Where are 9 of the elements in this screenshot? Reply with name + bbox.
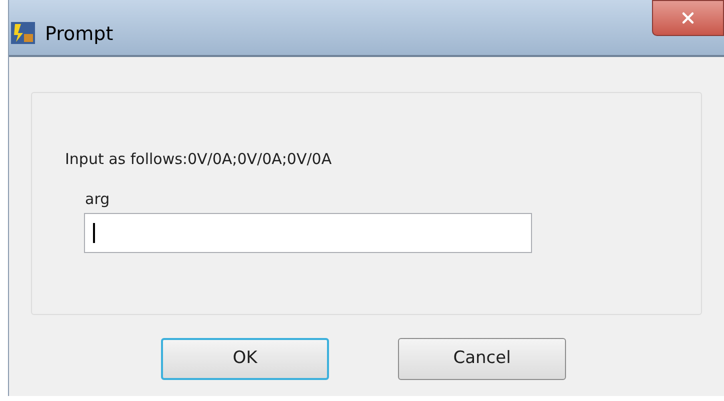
dialog-button[interactable]: Cancel — [398, 338, 566, 380]
input-field[interactable] — [84, 213, 532, 253]
prompt-message: Input as follows:0V/0A;0V/0A;0V/0A — [65, 149, 333, 170]
window-title: Prompt — [45, 22, 114, 47]
dialog-button[interactable]: OK — [161, 338, 329, 380]
app-icon — [11, 22, 35, 44]
text-cursor — [93, 223, 95, 243]
close-button[interactable] — [652, 0, 724, 36]
field-label: arg — [85, 188, 111, 210]
